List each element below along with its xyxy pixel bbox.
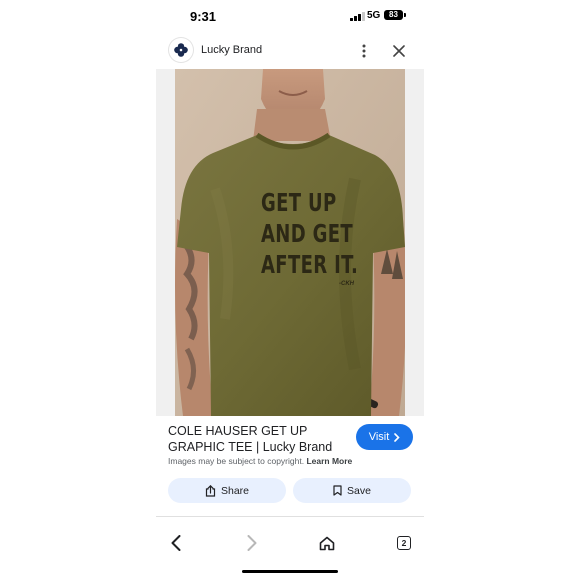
home-icon[interactable] (318, 534, 336, 552)
visit-label: Visit (368, 431, 390, 443)
result-title[interactable]: COLE HAUSER GET UP GRAPHIC TEE | Lucky B… (168, 424, 354, 455)
shirt-line-3: AFTER IT. (261, 250, 359, 279)
forward-icon[interactable] (243, 534, 261, 552)
copyright-text: Images may be subject to copyright. (168, 456, 305, 466)
network-type: 5G (367, 10, 381, 21)
status-bar: 9:31 5G 83 (0, 0, 580, 34)
learn-more-link[interactable]: Learn More (306, 456, 352, 466)
brand-logo-graphic (174, 43, 188, 57)
share-button[interactable]: Share (168, 478, 286, 503)
home-indicator[interactable] (242, 570, 338, 573)
share-label: Share (220, 484, 250, 497)
brand-name[interactable]: Lucky Brand (201, 44, 262, 56)
battery-icon: 83 (384, 10, 406, 20)
tabs-count: 2 (397, 536, 411, 550)
signal-icon (350, 12, 365, 21)
close-icon[interactable] (390, 41, 408, 61)
copyright-notice: Images may be subject to copyright. Lear… (168, 456, 352, 466)
more-vert-icon[interactable] (356, 41, 372, 61)
back-icon[interactable] (167, 534, 185, 552)
visit-button[interactable]: Visit (356, 424, 413, 450)
product-photo: GET UP AND GET AFTER IT. -CKH (175, 69, 405, 416)
result-header: Lucky Brand (160, 36, 422, 66)
shirt-line-2: AND GET (261, 219, 354, 248)
share-icon (205, 484, 216, 497)
bookmark-icon (333, 485, 342, 496)
save-button[interactable]: Save (293, 478, 411, 503)
chevron-right-icon (394, 432, 400, 442)
status-time: 9:31 (190, 9, 217, 24)
save-label: Save (347, 484, 371, 497)
shirt-graphic-text: GET UP AND GET AFTER IT. (261, 187, 359, 280)
product-image-container[interactable]: GET UP AND GET AFTER IT. -CKH (156, 69, 424, 416)
tabs-button[interactable]: 2 (395, 534, 413, 552)
shirt-signature: -CKH (339, 281, 354, 287)
divider (156, 516, 424, 517)
shirt-line-1: GET UP (261, 188, 337, 217)
clover-icon[interactable] (169, 38, 193, 62)
